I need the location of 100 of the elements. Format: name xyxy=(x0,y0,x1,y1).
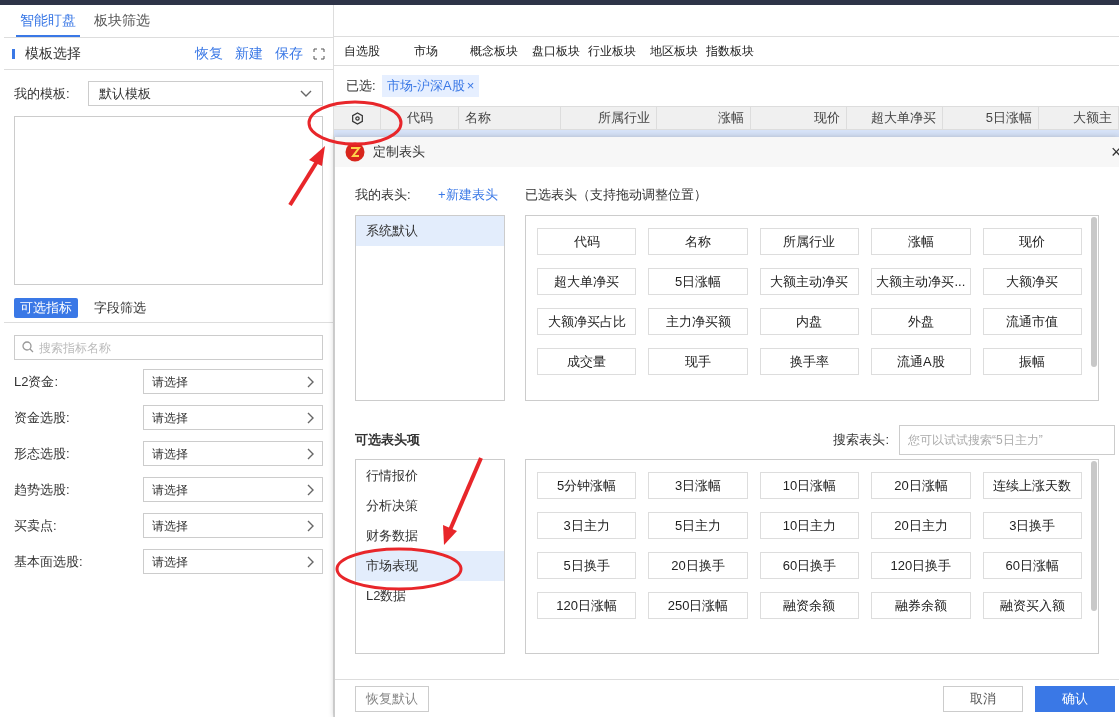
header-chip[interactable]: 融资买入额 xyxy=(982,592,1082,619)
list-item[interactable]: 财务数据 xyxy=(356,521,504,551)
header-chip[interactable]: 融券余额 xyxy=(871,592,971,619)
header-chip[interactable]: 流通市值 xyxy=(982,308,1082,335)
header-chip[interactable]: 20日换手 xyxy=(648,552,748,579)
list-item[interactable]: 行情报价 xyxy=(356,461,504,491)
header-chip[interactable]: 60日涨幅 xyxy=(982,552,1082,579)
select-dropdown[interactable]: 请选择 xyxy=(143,369,323,394)
scrollbar-thumb[interactable] xyxy=(1091,461,1097,611)
remove-tag-button[interactable]: × xyxy=(466,76,475,96)
field-label: 基本面选股: xyxy=(14,552,84,571)
header-chip[interactable]: 超大单净买 xyxy=(537,268,637,295)
header-chip[interactable]: 5分钟涨幅 xyxy=(537,472,637,499)
chevron-right-icon xyxy=(306,555,314,568)
field-label: 形态选股: xyxy=(14,444,71,463)
chevron-right-icon xyxy=(306,375,314,388)
column-header[interactable]: 代码 xyxy=(381,107,459,129)
market-tab[interactable]: 地区板块 xyxy=(650,42,706,60)
column-header[interactable]: 5日涨幅 xyxy=(943,107,1039,129)
column-header[interactable]: 现价 xyxy=(751,107,847,129)
indicator-tab[interactable]: 字段筛选 xyxy=(92,297,148,318)
header-chip[interactable]: 内盘 xyxy=(759,308,860,335)
market-tab[interactable]: 行业板块 xyxy=(588,42,650,60)
select-dropdown[interactable]: 请选择 xyxy=(143,477,323,502)
section-label: 可选表头项 xyxy=(355,431,421,450)
header-chip[interactable]: 名称 xyxy=(648,228,748,255)
header-chip[interactable]: 5日换手 xyxy=(537,552,637,579)
header-chip[interactable]: 成交量 xyxy=(537,348,637,375)
select-dropdown[interactable]: 请选择 xyxy=(143,405,323,430)
column-header[interactable]: 名称 xyxy=(459,107,561,129)
header-chip[interactable]: 涨幅 xyxy=(871,228,971,255)
select-dropdown[interactable]: 请选择 xyxy=(143,549,323,574)
search-field[interactable]: 您可以试试搜索“5日主力” xyxy=(899,425,1115,455)
header-chip[interactable]: 5日涨幅 xyxy=(648,268,748,295)
section-marker xyxy=(12,48,15,59)
header-chip[interactable]: 大额净买 xyxy=(982,268,1082,295)
header-chip[interactable]: 现手 xyxy=(648,348,748,375)
column-header[interactable]: 大额主 xyxy=(1039,107,1119,129)
header-chip[interactable]: 所属行业 xyxy=(759,228,860,255)
market-tab[interactable]: 盘口板块 xyxy=(532,42,588,60)
list-item[interactable]: 市场表现 xyxy=(356,551,504,581)
header-chip[interactable]: 20日主力 xyxy=(871,512,971,539)
restore-default-button[interactable]: 恢复默认 xyxy=(355,685,429,712)
header-chip[interactable]: 20日涨幅 xyxy=(871,472,971,499)
header-chip[interactable]: 大额主动净买 xyxy=(759,268,860,295)
market-tab[interactable]: 自选股 xyxy=(344,42,414,60)
header-chip[interactable]: 60日换手 xyxy=(759,552,860,579)
header-chip[interactable]: 换手率 xyxy=(759,348,860,375)
header-chip[interactable]: 主力净买额 xyxy=(648,308,748,335)
header-chip[interactable]: 3日主力 xyxy=(537,512,637,539)
action-link[interactable]: 恢复 xyxy=(195,43,223,64)
header-chip[interactable]: 现价 xyxy=(982,228,1082,255)
cancel-button[interactable]: 取消 xyxy=(943,685,1023,712)
header-chip[interactable]: 振幅 xyxy=(982,348,1082,375)
header-chip[interactable]: 3日涨幅 xyxy=(648,472,748,499)
list-item[interactable]: L2数据 xyxy=(356,581,504,611)
annotation-arrow xyxy=(288,146,325,207)
expand-icon[interactable] xyxy=(313,47,325,60)
header-chip[interactable]: 融资余额 xyxy=(759,592,860,619)
panel-tab[interactable]: 智能盯盘 xyxy=(16,10,80,37)
new-header-link[interactable]: +新建表头 xyxy=(438,185,525,205)
action-link[interactable]: 保存 xyxy=(275,43,303,64)
confirm-button[interactable]: 确认 xyxy=(1035,685,1115,712)
header-chip[interactable]: 流通A股 xyxy=(871,348,971,375)
select-dropdown[interactable]: 请选择 xyxy=(143,441,323,466)
column-header[interactable]: 所属行业 xyxy=(561,107,657,129)
header-chip[interactable]: 外盘 xyxy=(871,308,971,335)
header-chip[interactable]: 5日主力 xyxy=(648,512,748,539)
action-link[interactable]: 新建 xyxy=(235,43,263,64)
header-chip[interactable]: 120日换手 xyxy=(871,552,971,579)
market-tab[interactable]: 概念板块 xyxy=(470,42,532,60)
search-icon xyxy=(22,341,34,353)
column-header[interactable]: 超大单净买 xyxy=(847,107,943,129)
section-label: 我的表头: xyxy=(355,186,412,205)
section-label: 已选表头（支持拖动调整位置） xyxy=(525,186,707,205)
logo-icon xyxy=(345,142,365,162)
header-chip[interactable]: 10日主力 xyxy=(759,512,860,539)
header-chip[interactable]: 连续上涨天数 xyxy=(982,472,1082,499)
header-chip[interactable]: 大额主动净买... xyxy=(871,268,971,295)
search-field[interactable]: 搜索指标名称 xyxy=(14,335,323,360)
chevron-right-icon xyxy=(306,519,314,532)
market-tab[interactable]: 市场 xyxy=(414,42,470,60)
market-tab[interactable]: 指数板块 xyxy=(706,42,776,60)
header-chip[interactable]: 250日涨幅 xyxy=(648,592,748,619)
chevron-down-icon xyxy=(300,89,312,98)
panel-tab[interactable]: 板块筛选 xyxy=(90,10,154,37)
column-header[interactable]: 涨幅 xyxy=(657,107,751,129)
list-item[interactable]: 系统默认 xyxy=(356,216,504,246)
indicator-tab[interactable]: 可选指标 xyxy=(14,297,78,318)
header-chip[interactable]: 120日涨幅 xyxy=(537,592,637,619)
dialog-title: 定制表头 xyxy=(373,143,426,162)
header-chip[interactable]: 大额净买占比 xyxy=(537,308,637,335)
header-chip[interactable]: 10日涨幅 xyxy=(759,472,860,499)
list-item[interactable]: 分析决策 xyxy=(356,491,504,521)
scrollbar-thumb[interactable] xyxy=(1091,217,1097,367)
select-dropdown[interactable]: 请选择 xyxy=(143,513,323,538)
filter-label: 已选: xyxy=(346,77,376,96)
template-dropdown[interactable]: 默认模板 xyxy=(88,81,323,106)
header-chip[interactable]: 代码 xyxy=(537,228,637,255)
header-chip[interactable]: 3日换手 xyxy=(982,512,1082,539)
